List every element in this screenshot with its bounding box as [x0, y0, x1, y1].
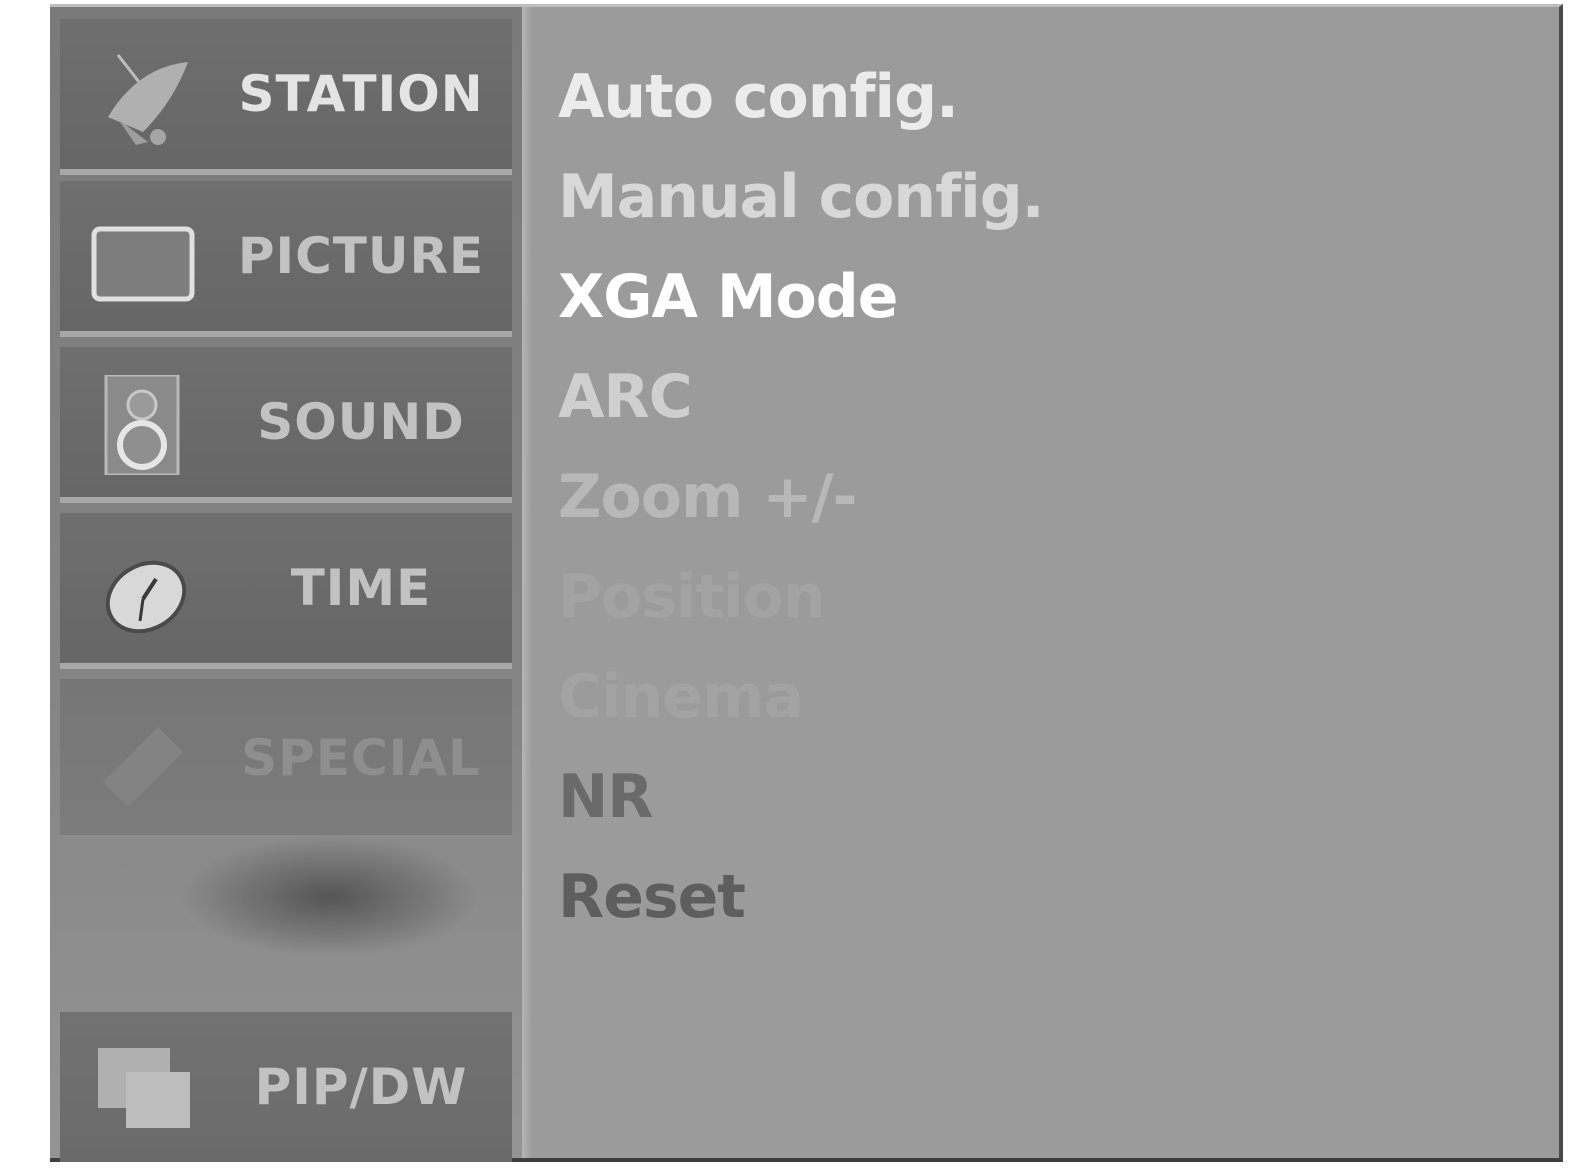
menu-item-arc[interactable]: ARC	[558, 352, 693, 442]
menu-item-nr[interactable]: NR	[558, 752, 653, 842]
panel-divider	[522, 7, 532, 1158]
tab-pip-dw[interactable]: PIP/DW	[60, 1012, 512, 1162]
menu-item-reset[interactable]: Reset	[558, 852, 746, 942]
osd-menu-panel: STATION PICTURE SOUND TIME SPECIAL PIP/D…	[50, 4, 1563, 1162]
tab-sound[interactable]: SOUND	[60, 347, 512, 503]
sidebar-shadow	[180, 837, 480, 957]
menu-item-manual-config[interactable]: Manual config.	[558, 152, 1044, 242]
pip-windows-icon	[88, 1042, 198, 1142]
tab-pip-dw-label: PIP/DW	[254, 1058, 468, 1116]
special-icon	[88, 707, 198, 807]
menu-item-position[interactable]: Position	[558, 552, 826, 642]
menu-item-auto-config[interactable]: Auto config.	[558, 52, 959, 142]
submenu-list: Auto config. Manual config. XGA Mode ARC…	[532, 7, 1559, 1158]
menu-sidebar: STATION PICTURE SOUND TIME SPECIAL PIP/D…	[50, 7, 522, 1162]
tv-screen-icon	[88, 209, 198, 309]
clock-icon	[88, 541, 198, 641]
tab-picture[interactable]: PICTURE	[60, 181, 512, 337]
tab-special-label: SPECIAL	[241, 729, 481, 787]
speaker-icon	[88, 373, 198, 477]
tab-station[interactable]: STATION	[60, 19, 512, 175]
tab-time[interactable]: TIME	[60, 513, 512, 669]
tab-station-label: STATION	[238, 65, 484, 123]
tab-picture-label: PICTURE	[237, 227, 485, 285]
menu-item-xga-mode[interactable]: XGA Mode	[558, 252, 898, 342]
tab-sound-label: SOUND	[257, 393, 465, 451]
menu-item-zoom[interactable]: Zoom +/-	[558, 452, 857, 542]
tab-time-label: TIME	[290, 559, 432, 617]
satellite-dish-icon	[88, 47, 198, 147]
tab-special[interactable]: SPECIAL	[60, 679, 512, 835]
menu-item-cinema[interactable]: Cinema	[558, 652, 804, 742]
